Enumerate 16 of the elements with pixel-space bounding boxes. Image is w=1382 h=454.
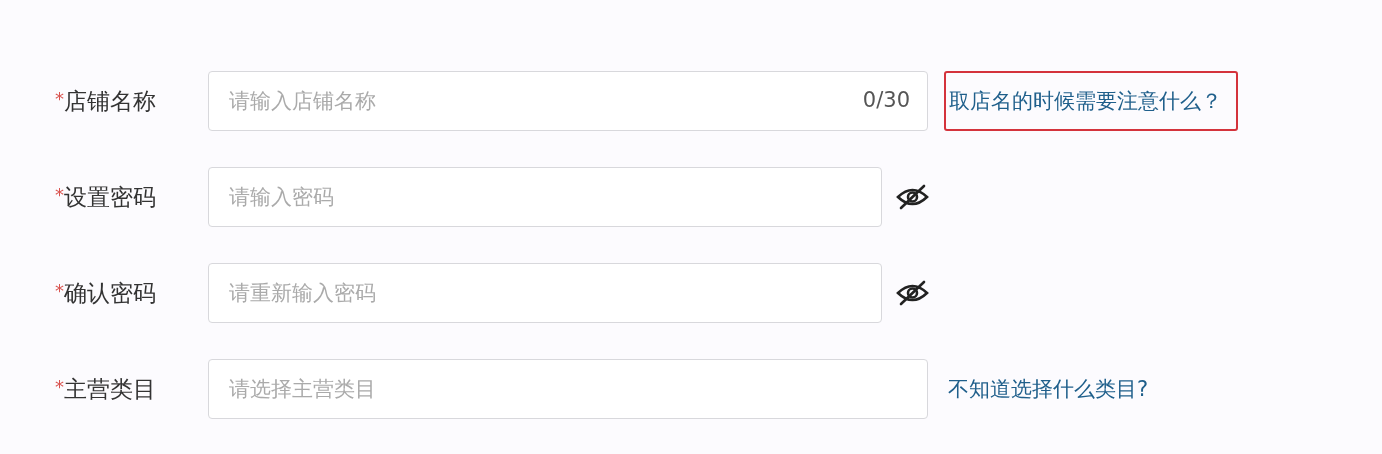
help-link[interactable]: 不知道选择什么类目? — [948, 375, 1149, 403]
password-field[interactable]: 请输入密码 — [208, 167, 882, 227]
field-label: 确认密码 — [64, 278, 156, 308]
required-asterisk: * — [55, 183, 64, 205]
password-field[interactable]: 请重新输入密码 — [208, 263, 882, 323]
eye-off-icon[interactable] — [896, 279, 929, 307]
select-field[interactable]: 请选择主营类目 — [208, 359, 928, 419]
character-counter: 0/30 — [862, 88, 910, 112]
field-label: 设置密码 — [64, 182, 156, 212]
help-link[interactable]: 取店名的时候需要注意什么？ — [944, 71, 1238, 131]
eye-off-icon[interactable] — [896, 183, 929, 211]
required-asterisk: * — [55, 87, 64, 109]
field-label: 店铺名称 — [64, 86, 156, 116]
required-asterisk: * — [55, 375, 64, 397]
required-asterisk: * — [55, 279, 64, 301]
field-label: 主营类目 — [64, 374, 156, 404]
